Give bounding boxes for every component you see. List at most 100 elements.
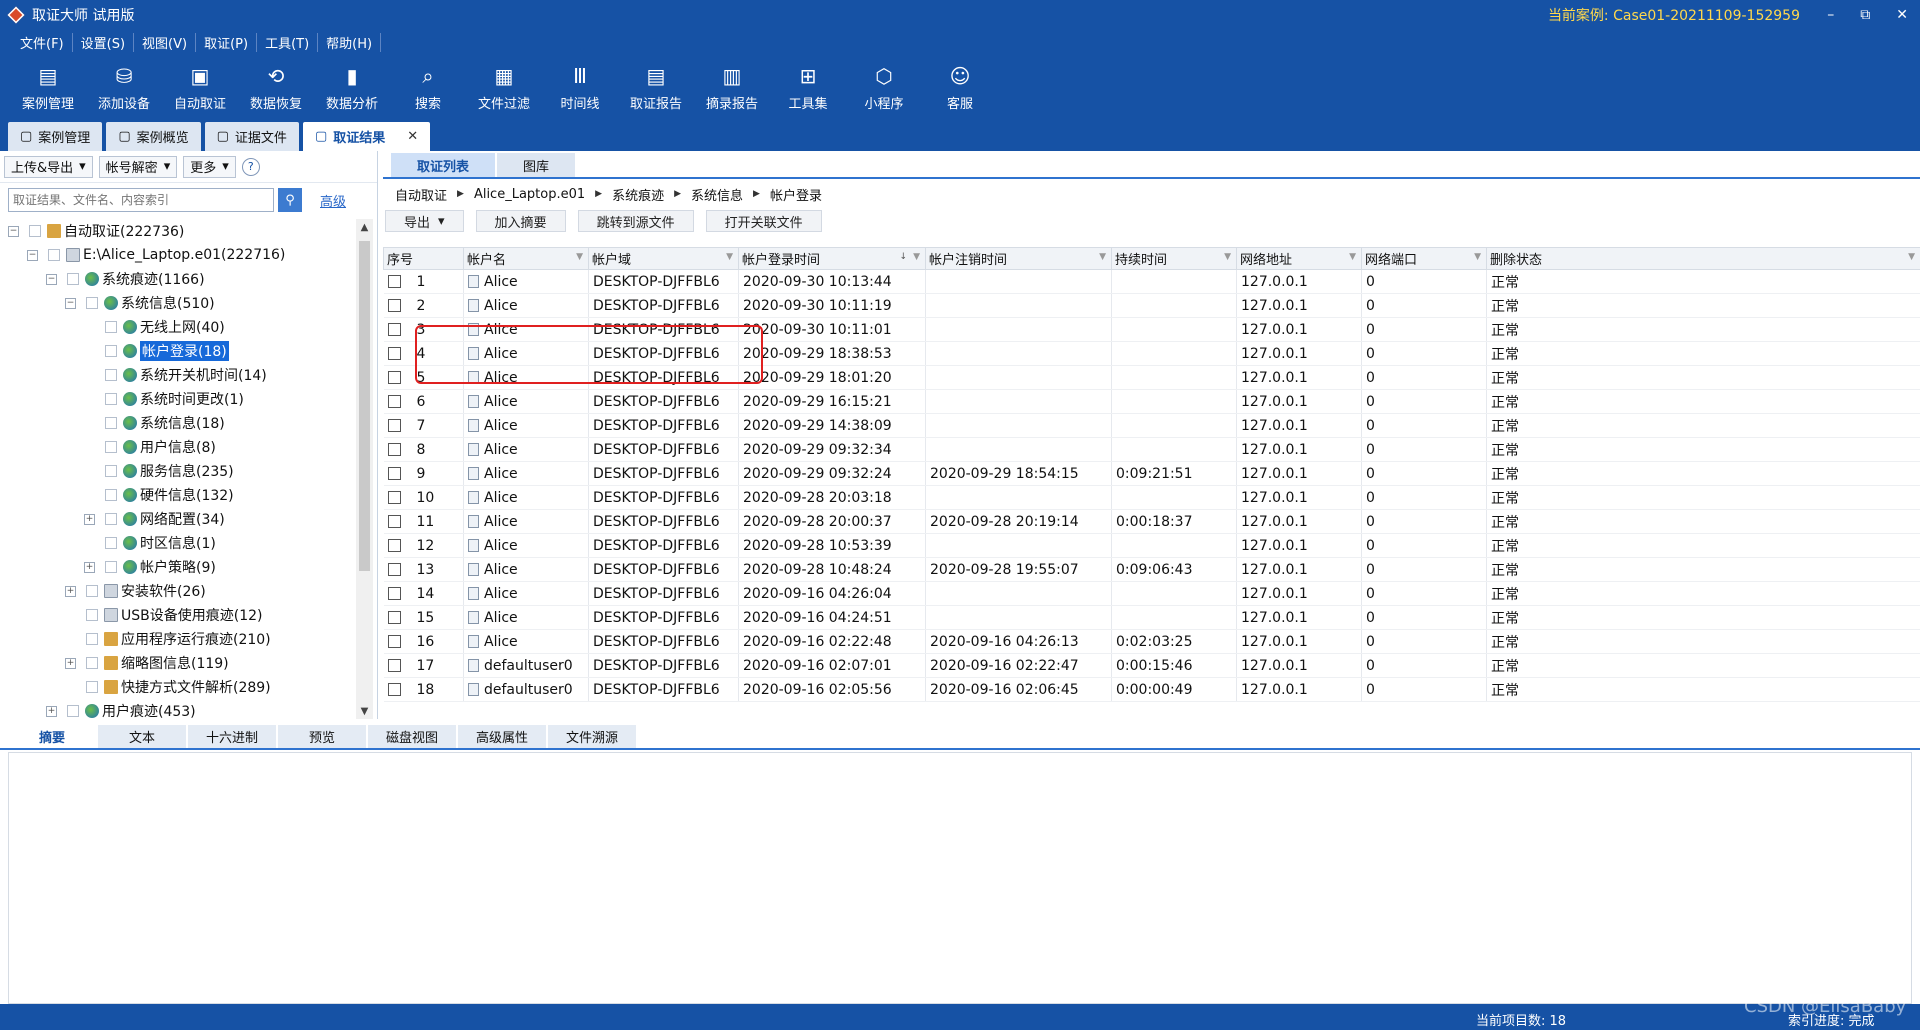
tree-checkbox[interactable] (105, 513, 117, 525)
row-checkbox[interactable] (387, 275, 401, 288)
tree-node[interactable]: 系统信息(18) (0, 411, 356, 435)
tree-checkbox[interactable] (105, 489, 117, 501)
action-button[interactable]: 加入摘要 (475, 210, 566, 232)
tree-node[interactable]: − E:\Alice_Laptop.e01(222716) (0, 243, 356, 267)
tree-checkbox[interactable] (48, 249, 60, 261)
filter-icon[interactable]: ▼ (726, 252, 733, 262)
row-checkbox[interactable] (387, 323, 401, 336)
table-row[interactable]: 9 Alice DESKTOP-DJFFBL6 2020-09-29 09:32:24… (383, 461, 1920, 486)
collapse-icon[interactable]: − (65, 297, 76, 309)
breadcrumb-item[interactable]: Alice_Laptop.e01 (474, 187, 585, 202)
column-header[interactable]: 序号 (383, 247, 464, 270)
toolbar-excerpt-button[interactable]: ▥ 摘录报告 (694, 55, 770, 119)
tree-node[interactable]: + 缩略图信息(119) (0, 651, 356, 675)
toolbar-search-doc-button[interactable]: ⌕ 搜索 (390, 55, 466, 119)
tree-node[interactable]: + 安装软件(26) (0, 579, 356, 603)
action-button[interactable]: 打开关联文件 (705, 210, 822, 232)
toolbar-filter-button[interactable]: ▦ 文件过滤 (466, 55, 542, 119)
row-checkbox[interactable] (387, 299, 401, 312)
tree-node[interactable]: − 自动取证(222736) (0, 219, 356, 243)
tree-node[interactable]: 用户信息(8) (0, 435, 356, 459)
column-header[interactable]: 持续时间 ▼ (1111, 247, 1237, 270)
table-row[interactable]: 15 Alice DESKTOP-DJFFBL6 2020-09-16 04:24:5… (383, 605, 1920, 630)
tree-checkbox[interactable] (86, 609, 98, 621)
menu-item[interactable]: 设置(S) (73, 32, 135, 52)
action-button[interactable]: 跳转到源文件 (577, 210, 694, 232)
menu-item[interactable]: 帮助(H) (318, 32, 382, 52)
table-row[interactable]: 4 Alice DESKTOP-DJFFBL6 2020-09-29 18:38:53… (383, 341, 1920, 366)
toolbar-tools-button[interactable]: ⊞ 工具集 (770, 55, 846, 119)
tree-node[interactable]: − 系统信息(510) (0, 291, 356, 315)
tree-checkbox[interactable] (105, 369, 117, 381)
row-checkbox[interactable] (387, 539, 401, 552)
search-input[interactable] (8, 188, 274, 212)
toolbar-timeline-button[interactable]: Ⅲ 时间线 (542, 55, 618, 119)
tree-checkbox[interactable] (67, 705, 79, 717)
detail-tab[interactable]: 文本 (98, 725, 186, 748)
breadcrumb-item[interactable]: 帐户登录 (770, 185, 822, 204)
breadcrumb-item[interactable]: 系统信息 (691, 185, 743, 204)
tree-checkbox[interactable] (105, 393, 117, 405)
table-row[interactable]: 11 Alice DESKTOP-DJFFBL6 2020-09-28 20:00:3… (383, 509, 1920, 534)
toolbar-auto-button[interactable]: ▣ 自动取证 (162, 55, 238, 119)
row-checkbox[interactable] (387, 683, 401, 696)
table-row[interactable]: 6 Alice DESKTOP-DJFFBL6 2020-09-29 16:15:21… (383, 389, 1920, 414)
filter-icon[interactable]: ▼ (913, 252, 920, 262)
table-row[interactable]: 10 Alice DESKTOP-DJFFBL6 2020-09-28 20:03:1… (383, 485, 1920, 510)
search-button[interactable]: ⚲ (278, 188, 302, 212)
toolbar-case-button[interactable]: ▤ 案例管理 (10, 55, 86, 119)
sort-desc-icon[interactable]: ↓ (899, 252, 907, 262)
toolbar-report-button[interactable]: ▤ 取证报告 (618, 55, 694, 119)
detail-tab[interactable]: 高级属性 (458, 725, 546, 748)
tree-checkbox[interactable] (86, 633, 98, 645)
row-checkbox[interactable] (387, 635, 401, 648)
row-checkbox[interactable] (387, 443, 401, 456)
row-checkbox[interactable] (387, 659, 401, 672)
row-checkbox[interactable] (387, 395, 401, 408)
tree-node[interactable]: − 系统痕迹(1166) (0, 267, 356, 291)
action-button[interactable]: 导出 ▾ (385, 210, 464, 232)
row-checkbox[interactable] (387, 467, 401, 480)
tree-checkbox[interactable] (86, 297, 98, 309)
filter-icon[interactable]: ▼ (1349, 252, 1356, 262)
expand-icon[interactable]: + (65, 585, 76, 597)
tree-checkbox[interactable] (86, 657, 98, 669)
tree-checkbox[interactable] (29, 225, 41, 237)
tree-checkbox[interactable] (105, 417, 117, 429)
column-header[interactable]: 帐户注销时间 ▼ (925, 247, 1112, 270)
menu-item[interactable]: 文件(F) (12, 32, 73, 52)
filter-icon[interactable]: ▼ (1224, 252, 1231, 262)
tree-checkbox[interactable] (105, 465, 117, 477)
tree-node[interactable]: 帐户登录(18) (0, 339, 356, 363)
scroll-up-icon[interactable]: ▲ (356, 219, 373, 235)
column-header[interactable]: 帐户域 ▼ (588, 247, 739, 270)
tree-node[interactable]: + 用户痕迹(453) (0, 699, 356, 719)
row-checkbox[interactable] (387, 611, 401, 624)
table-row[interactable]: 8 Alice DESKTOP-DJFFBL6 2020-09-29 09:32:34… (383, 437, 1920, 462)
restore-button[interactable]: ⧉ (1860, 7, 1870, 23)
tree-checkbox[interactable] (86, 681, 98, 693)
detail-tab[interactable]: 文件溯源 (548, 725, 636, 748)
table-row[interactable]: 2 Alice DESKTOP-DJFFBL6 2020-09-30 10:11:19… (383, 293, 1920, 318)
minimize-button[interactable]: – (1827, 7, 1834, 23)
row-checkbox[interactable] (387, 491, 401, 504)
advanced-search-link[interactable]: 高级 (320, 191, 346, 210)
toolbar-recover-button[interactable]: ⟲ 数据恢复 (238, 55, 314, 119)
column-header[interactable]: 删除状态 ▼ (1486, 247, 1920, 270)
tree-node[interactable]: 硬件信息(132) (0, 483, 356, 507)
tree-node[interactable]: 快捷方式文件解析(289) (0, 675, 356, 699)
table-row[interactable]: 1 Alice DESKTOP-DJFFBL6 2020-09-30 10:13:44… (383, 269, 1920, 294)
menu-item[interactable]: 取证(P) (196, 32, 258, 52)
detail-tab[interactable]: 摘要 (8, 725, 96, 748)
help-icon[interactable]: ? (241, 157, 260, 176)
expand-icon[interactable]: + (84, 513, 95, 525)
table-row[interactable]: 14 Alice DESKTOP-DJFFBL6 2020-09-16 04:26:0… (383, 581, 1920, 606)
tree-scrollbar[interactable]: ▲ ▼ (356, 219, 373, 719)
row-checkbox[interactable] (387, 347, 401, 360)
tree-node[interactable]: + 帐户策略(9) (0, 555, 356, 579)
toolbar-analysis-button[interactable]: ▮ 数据分析 (314, 55, 390, 119)
tree-node[interactable]: 无线上网(40) (0, 315, 356, 339)
tree-checkbox[interactable] (105, 345, 117, 357)
menu-item[interactable]: 工具(T) (257, 32, 319, 52)
table-row[interactable]: 12 Alice DESKTOP-DJFFBL6 2020-09-28 10:53:3… (383, 533, 1920, 558)
